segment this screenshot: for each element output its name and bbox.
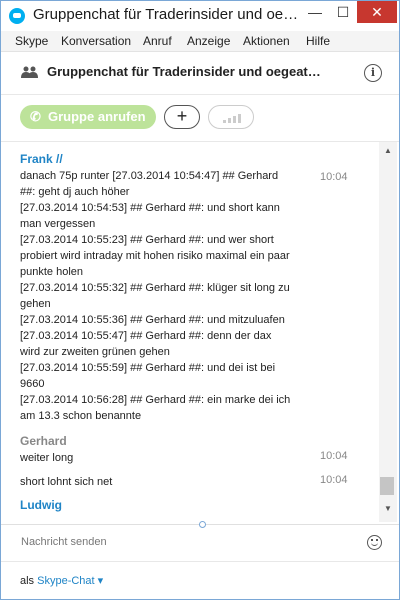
list-item: weiter long 10:04 (20, 450, 360, 466)
call-group-label: Gruppe anrufen (48, 109, 146, 124)
message-text: weiter long (20, 452, 74, 464)
list-item: short lohnt sich net 10:04 (20, 474, 360, 490)
chat-scrollbar[interactable]: ▲ ▼ (379, 142, 397, 522)
menu-item-skype[interactable]: Skype (15, 34, 48, 48)
resize-handle[interactable] (199, 521, 206, 528)
call-group-button[interactable]: ✆ Gruppe anrufen (20, 105, 156, 129)
menu-item-aktionen[interactable]: Aktionen (243, 34, 290, 48)
skype-chat-window: Gruppenchat für Traderinsider und oe… — … (0, 0, 400, 600)
message-group-gerhard: Gerhard weiter long 10:04 short lohnt si… (20, 434, 360, 490)
sender-name[interactable]: Frank // (20, 152, 360, 166)
message-time: 10:04 (320, 171, 348, 183)
minimize-button[interactable]: — (301, 1, 329, 23)
message-time: 10:04 (320, 474, 348, 486)
send-as-prefix: als (20, 575, 35, 587)
skype-logo-icon (9, 8, 25, 24)
message-line: man vergessen (20, 218, 96, 230)
message-time: 10:04 (320, 450, 348, 462)
chat-history: Frank // 10:04 danach 75p runter [27.03.… (1, 142, 399, 524)
menu-item-konversation[interactable]: Konversation (61, 34, 131, 48)
message-line: punkte holen (20, 266, 83, 278)
close-button[interactable]: ✕ (357, 1, 397, 23)
send-as-account-dropdown[interactable]: Skype-Chat ▾ (37, 575, 103, 587)
menu-item-hilfe[interactable]: Hilfe (306, 34, 330, 48)
call-actions-bar: ✆ Gruppe anrufen + (1, 95, 399, 142)
emoticon-icon[interactable] (367, 535, 382, 550)
menu-item-anruf[interactable]: Anruf (143, 34, 172, 48)
message-line: 9660 (20, 378, 45, 390)
message-line: ##: geht dj auch höher (20, 186, 130, 198)
maximize-button[interactable]: ☐ (329, 1, 357, 23)
title-bar: Gruppenchat für Traderinsider und oe… — … (1, 1, 399, 31)
message-line: wird zur zweiten grünen gehen (20, 346, 170, 358)
scrollbar-thumb[interactable] (380, 477, 394, 495)
window-title: Gruppenchat für Traderinsider und oe… (33, 6, 299, 23)
scroll-up-icon[interactable]: ▲ (384, 146, 392, 155)
message-body: danach 75p runter [27.03.2014 10:54:47] … (20, 168, 360, 424)
message-line: [27.03.2014 10:54:53] ## Gerhard ##: und… (20, 202, 280, 214)
menu-item-anzeige[interactable]: Anzeige (187, 34, 230, 48)
message-line: [27.03.2014 10:55:47] ## Gerhard ##: den… (20, 330, 272, 342)
phone-icon: ✆ (30, 109, 41, 124)
message-line: [27.03.2014 10:55:32] ## Gerhard ##: klü… (20, 282, 290, 294)
footer-bar: als Skype-Chat ▾ (1, 561, 399, 600)
message-line: danach 75p runter [27.03.2014 10:54:47] … (20, 170, 279, 182)
message-input[interactable]: Nachricht senden (21, 536, 107, 548)
message-line: [27.03.2014 10:55:36] ## Gerhard ##: und… (20, 314, 285, 326)
message-line: am 13.3 schon benannte (20, 410, 142, 422)
conversation-header: Gruppenchat für Traderinsider und oegeat… (1, 52, 399, 95)
send-as-label: als Skype-Chat ▾ (20, 574, 103, 587)
signal-bars-icon (223, 120, 226, 123)
message-line: [27.03.2014 10:56:28] ## Gerhard ##: ein… (20, 394, 291, 406)
call-quality-button[interactable] (208, 105, 254, 129)
info-icon[interactable]: i (364, 64, 382, 82)
sender-name[interactable]: Ludwig (20, 498, 360, 512)
add-participant-button[interactable]: + (164, 105, 200, 129)
message-group-frank: Frank // 10:04 danach 75p runter [27.03.… (20, 152, 360, 424)
conversation-title: Gruppenchat für Traderinsider und oegeat… (47, 64, 321, 79)
message-group-ludwig: Ludwig (20, 498, 360, 512)
sender-name[interactable]: Gerhard (20, 434, 360, 448)
message-line: [27.03.2014 10:55:23] ## Gerhard ##: und… (20, 234, 274, 246)
message-text: short lohnt sich net (20, 476, 113, 488)
group-people-icon (21, 66, 38, 78)
menu-bar: Skype Konversation Anruf Anzeige Aktione… (1, 31, 399, 52)
message-line: gehen (20, 298, 51, 310)
message-compose-area: Nachricht senden (1, 521, 399, 561)
message-line: [27.03.2014 10:55:59] ## Gerhard ##: und… (20, 362, 276, 374)
scroll-down-icon[interactable]: ▼ (384, 504, 392, 513)
message-line: probiert wird intraday mit hohen risiko … (20, 250, 290, 262)
